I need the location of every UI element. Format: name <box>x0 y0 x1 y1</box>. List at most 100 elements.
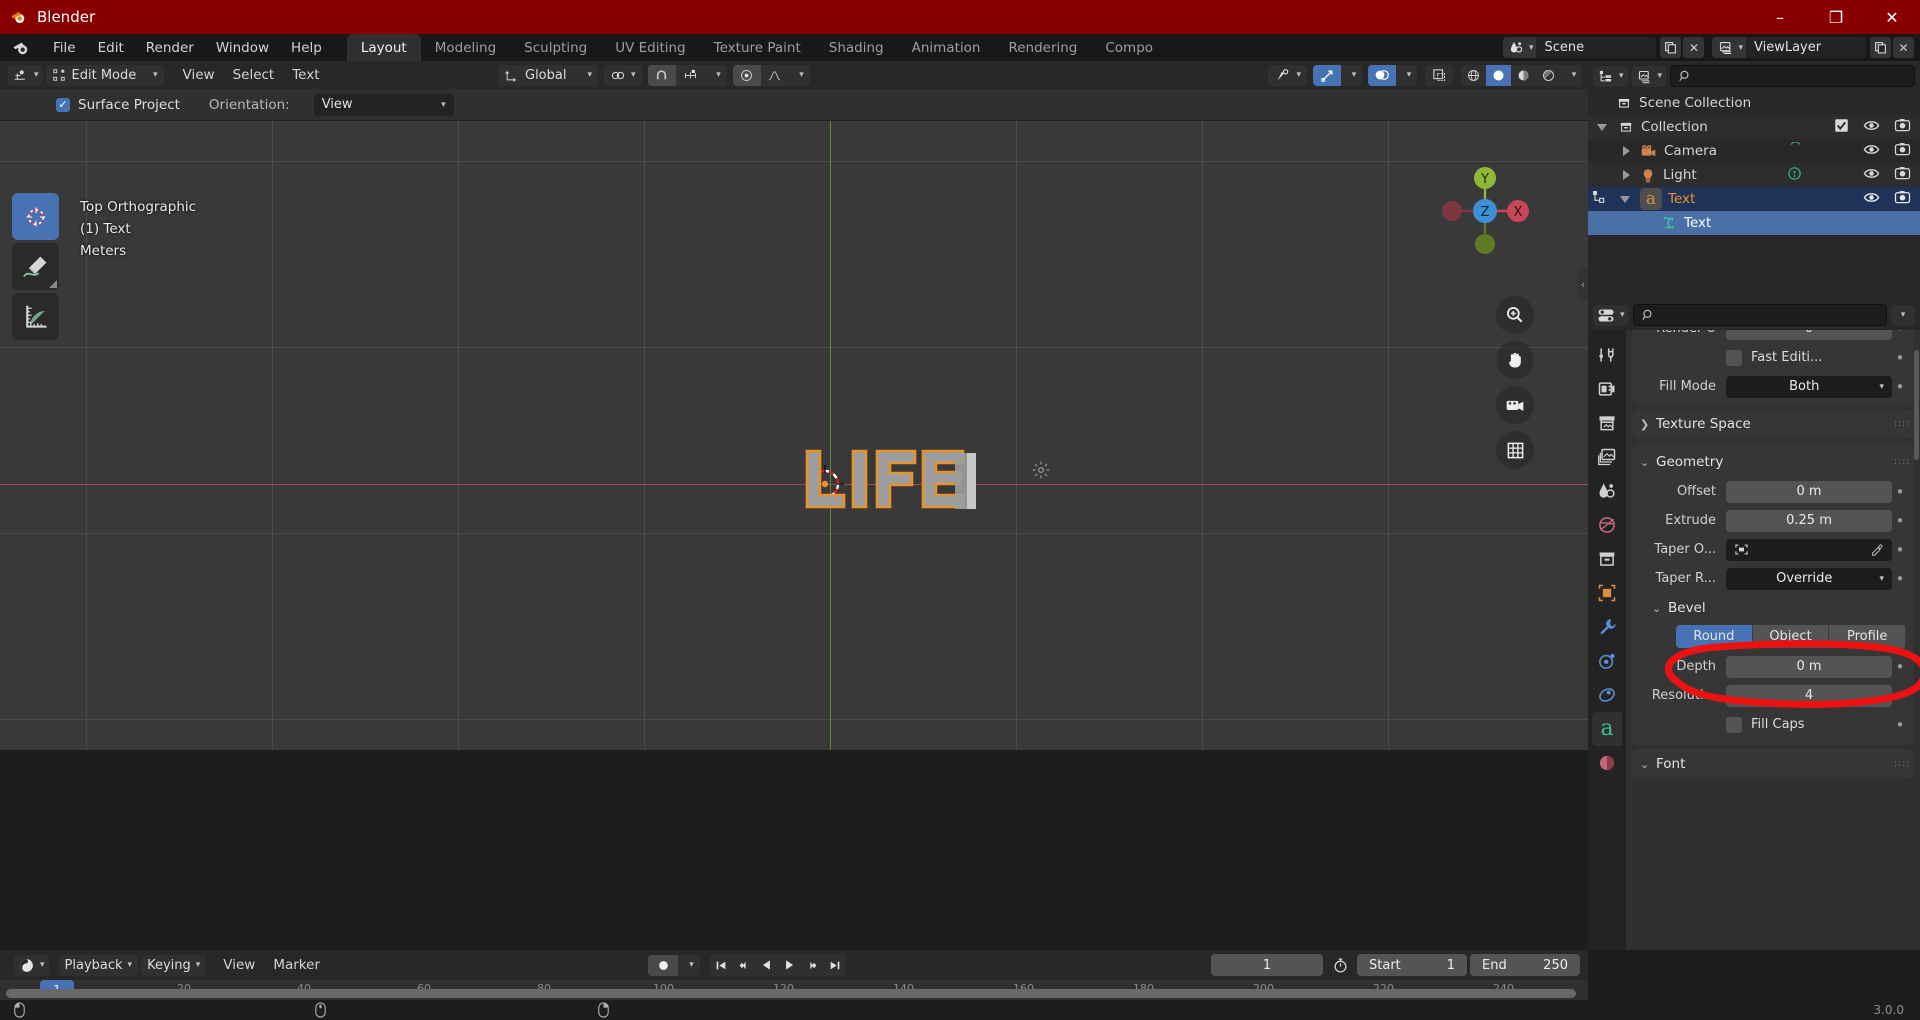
surface-project-checkbox[interactable]: ✓ <box>56 98 70 112</box>
transform-orientation-selector[interactable]: Global ▾ <box>498 65 598 86</box>
geometry-header[interactable]: ⌄ Geometry :::: <box>1632 447 1914 477</box>
tab-rendering[interactable]: Rendering <box>994 34 1091 61</box>
viewport-menu-select[interactable]: Select <box>224 64 284 86</box>
outliner-display-mode-icon[interactable]: ▾ <box>1593 66 1628 87</box>
timeline-editor-icon[interactable]: ▾ <box>14 955 49 976</box>
outliner-row-text-object[interactable]: a Text <box>1588 187 1920 211</box>
scene-selector[interactable]: ▾ Scene <box>1503 37 1657 58</box>
gizmo-icon[interactable] <box>1313 65 1341 86</box>
outliner-editor[interactable]: ▾ ▾ <box>1588 61 1920 300</box>
outliner-row-light[interactable]: Light <box>1588 163 1920 187</box>
end-frame-field[interactable]: End 250 <box>1470 954 1580 976</box>
close-button[interactable]: ✕ <box>1864 0 1920 34</box>
view-layer-name-field[interactable]: ViewLayer <box>1746 37 1866 58</box>
stopwatch-icon[interactable] <box>1329 954 1351 976</box>
bevel-type-segmented[interactable]: Round Object Profile <box>1676 625 1906 648</box>
camera-eye-icon[interactable] <box>1863 143 1880 160</box>
properties-tab-collection[interactable] <box>1592 542 1622 576</box>
panel-drag-grip[interactable]: :::: <box>1894 761 1906 767</box>
timeline-menu-marker[interactable]: Marker <box>264 954 329 976</box>
mode-selector[interactable]: Edit Mode ▾ <box>46 65 164 86</box>
minimize-button[interactable]: – <box>1752 0 1808 34</box>
light-eye-icon[interactable] <box>1863 167 1880 184</box>
remove-scene-button[interactable]: ✕ <box>1683 37 1704 58</box>
fill-caps-checkbox[interactable] <box>1726 717 1742 733</box>
magnet-icon[interactable] <box>648 65 676 86</box>
fill-mode-animate-dot[interactable]: • <box>1892 378 1908 396</box>
scene-data-icon[interactable]: ▾ <box>1503 37 1537 58</box>
view-layer-selector[interactable]: ▾ ViewLayer <box>1712 37 1866 58</box>
fast-editing-animate-dot[interactable]: • <box>1892 349 1908 367</box>
fast-editing-checkbox[interactable] <box>1726 350 1742 366</box>
current-frame-field[interactable]: 1 <box>1211 954 1323 976</box>
smooth-falloff-icon[interactable] <box>761 65 789 86</box>
font-header[interactable]: ⌄ Font :::: <box>1632 749 1914 779</box>
tool-cursor-button[interactable] <box>12 193 59 240</box>
timeline-menu-view[interactable]: View <box>214 954 264 976</box>
scene-name-field[interactable]: Scene <box>1536 37 1656 58</box>
xray-icon[interactable] <box>1425 65 1453 86</box>
view-axis-gizmo[interactable]: Y X Z <box>1430 156 1540 266</box>
fill-mode-row[interactable]: Fill Mode Both ▾ • <box>1632 372 1914 401</box>
shading-mode-segmented[interactable]: ▾ <box>1461 65 1582 86</box>
texture-space-header[interactable]: ❯ Texture Space :::: <box>1632 409 1914 439</box>
properties-panel-body[interactable]: Render U 0 • Fast Editi... • Fill Mode B… <box>1626 330 1920 950</box>
panel-texture-space[interactable]: ❯ Texture Space :::: <box>1632 409 1914 439</box>
taper-radius-row[interactable]: Taper R... Override ▾ • <box>1632 564 1914 593</box>
toggle-ortho-grid-icon[interactable] <box>1496 431 1534 469</box>
jump-next-keyframe-icon[interactable] <box>800 954 824 976</box>
viewport-menu-text[interactable]: Text <box>283 64 328 86</box>
tab-uv-editing[interactable]: UV Editing <box>601 34 699 61</box>
pivot-point-selector[interactable]: ▾ <box>604 65 642 86</box>
offset-field[interactable]: 0 m <box>1726 481 1892 503</box>
extrude-row[interactable]: Extrude 0.25 m • <box>1632 506 1914 535</box>
viewport-canvas[interactable]: Top Orthographic (1) Text Meters <box>0 121 1588 750</box>
record-keyframes-icon[interactable] <box>648 955 678 976</box>
bevel-type-round[interactable]: Round <box>1676 625 1753 648</box>
outliner-search-input[interactable] <box>1670 65 1915 87</box>
properties-tab-modifiers[interactable] <box>1592 610 1622 644</box>
outliner-row-text-data[interactable]: Text <box>1588 211 1920 235</box>
text-object-render-icon[interactable] <box>1894 190 1911 208</box>
render-resolution-row[interactable]: Render U 0 • <box>1632 330 1914 343</box>
panel-drag-grip[interactable]: :::: <box>1894 459 1906 465</box>
taper-object-row[interactable]: Taper O... • <box>1632 535 1914 564</box>
properties-tab-scene[interactable] <box>1592 474 1622 508</box>
eyedropper-icon[interactable] <box>1869 543 1884 557</box>
tool-annotate-button[interactable] <box>12 243 59 290</box>
light-data-icon[interactable] <box>1786 165 1803 182</box>
outliner-filter-icon[interactable]: ▾ <box>1632 66 1667 87</box>
taper-object-animate-dot[interactable]: • <box>1892 541 1908 559</box>
object-visibility-dropdown[interactable]: ▾ <box>1268 65 1307 86</box>
properties-tab-physics[interactable] <box>1592 644 1622 678</box>
extrude-field[interactable]: 0.25 m <box>1726 510 1892 532</box>
bevel-resolution-row[interactable]: Resoluti... 4 • <box>1632 681 1914 710</box>
text-object-eye-icon[interactable] <box>1863 191 1880 208</box>
camera-render-icon[interactable] <box>1894 142 1911 160</box>
shading-material-preview-button[interactable] <box>1511 65 1536 86</box>
proportional-edit-icon[interactable] <box>733 65 761 86</box>
tab-compositing[interactable]: Compo <box>1091 34 1167 61</box>
properties-tab-object[interactable] <box>1592 576 1622 610</box>
fill-mode-dropdown[interactable]: Both ▾ <box>1726 376 1892 398</box>
camera-expander[interactable] <box>1592 146 1636 156</box>
panel-geometry[interactable]: ⌄ Geometry :::: Offset 0 m • Extrude 0.2… <box>1632 443 1914 745</box>
properties-tab-material[interactable] <box>1592 746 1622 780</box>
taper-object-field[interactable] <box>1726 539 1892 561</box>
shading-solid-button[interactable] <box>1486 65 1511 86</box>
jump-to-end-icon[interactable] <box>824 954 846 976</box>
offset-row[interactable]: Offset 0 m • <box>1632 477 1914 506</box>
camera-data-icon[interactable] <box>1788 142 1803 157</box>
tool-measure-button[interactable] <box>12 293 59 340</box>
jump-prev-keyframe-icon[interactable] <box>732 954 756 976</box>
tab-modeling[interactable]: Modeling <box>421 34 510 61</box>
light-expander[interactable] <box>1592 170 1636 180</box>
surface-project-toggle[interactable]: ✓ Surface Project <box>56 97 180 113</box>
properties-editor[interactable]: ▾ ▾ <box>1588 300 1920 950</box>
properties-options-chevron-down-icon[interactable]: ▾ <box>1891 305 1915 326</box>
properties-tab-tool[interactable] <box>1592 338 1622 372</box>
bevel-resolution-field[interactable]: 4 <box>1726 685 1892 707</box>
editor-type-3dview-icon[interactable]: ▾ <box>8 65 43 86</box>
properties-editor-icon[interactable]: ▾ <box>1593 305 1629 326</box>
zoom-icon[interactable] <box>1496 296 1534 334</box>
